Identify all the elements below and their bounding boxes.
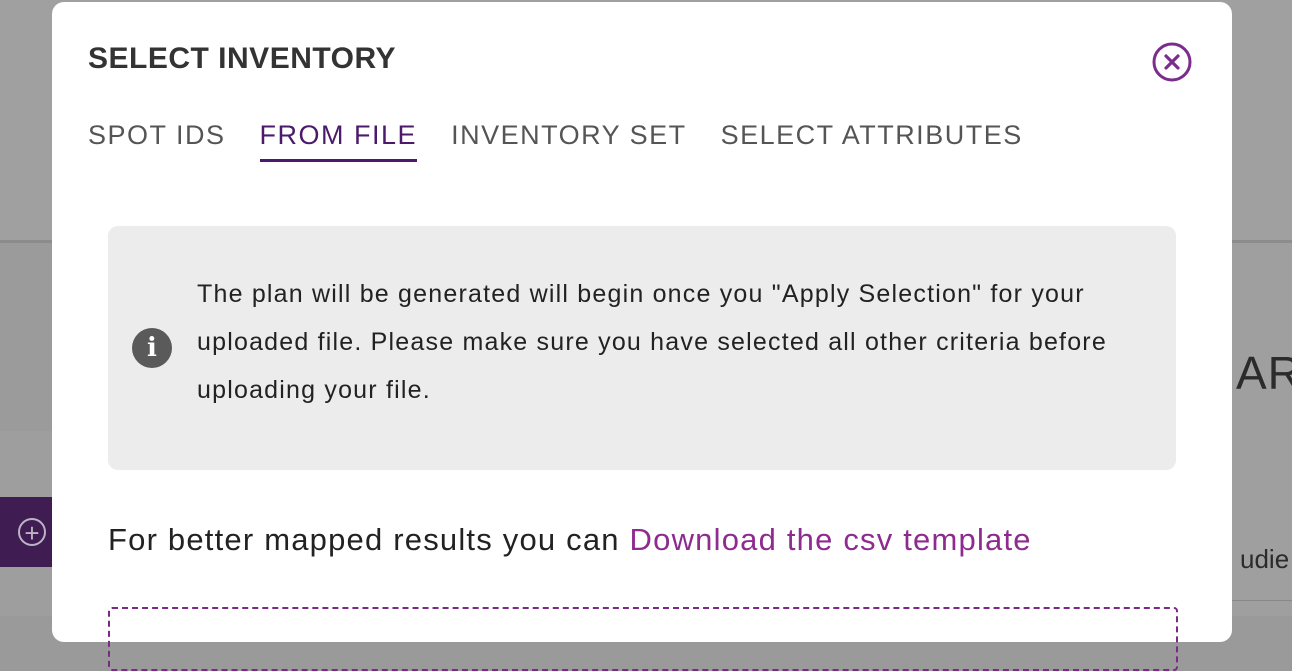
tab-spot-ids[interactable]: SPOT IDS bbox=[88, 120, 226, 162]
template-hint: For better mapped results you can Downlo… bbox=[108, 522, 1032, 558]
background-divider bbox=[1232, 600, 1292, 601]
plus-circle-icon: + bbox=[18, 518, 46, 546]
file-dropzone[interactable] bbox=[108, 607, 1178, 671]
tab-inventory-set[interactable]: INVENTORY SET bbox=[451, 120, 687, 162]
background-heading-fragment: ARY bbox=[1236, 347, 1292, 399]
tab-from-file[interactable]: FROM FILE bbox=[259, 120, 418, 162]
inventory-tabs: SPOT IDS FROM FILE INVENTORY SET SELECT … bbox=[88, 120, 1057, 162]
tab-select-attributes[interactable]: SELECT ATTRIBUTES bbox=[721, 120, 1023, 162]
modal-title: SELECT INVENTORY bbox=[88, 42, 397, 75]
background-text-fragment: udie bbox=[1240, 544, 1290, 574]
close-button[interactable] bbox=[1152, 42, 1192, 82]
template-hint-text: For better mapped results you can bbox=[108, 522, 630, 557]
info-message: The plan will be generated will begin on… bbox=[197, 280, 1107, 404]
info-banner: i The plan will be generated will begin … bbox=[108, 226, 1176, 470]
background-add-button: + bbox=[0, 497, 52, 567]
download-csv-template-link[interactable]: Download the csv template bbox=[630, 522, 1032, 557]
info-icon: i bbox=[132, 328, 172, 368]
close-circle-icon bbox=[1152, 42, 1192, 82]
select-inventory-modal: SELECT INVENTORY SPOT IDS FROM FILE INVE… bbox=[52, 2, 1232, 671]
